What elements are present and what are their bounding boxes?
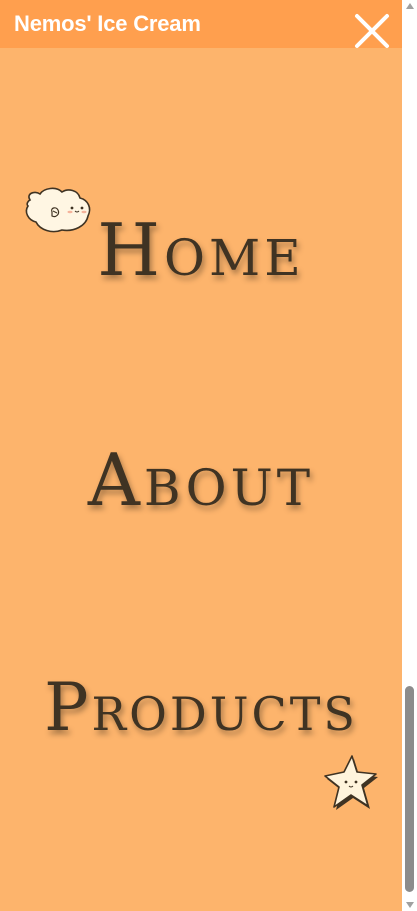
site-brand[interactable]: Nemos' Ice Cream — [14, 10, 201, 38]
menu-item-about[interactable]: About — [0, 440, 402, 520]
scrollbar-thumb[interactable] — [405, 686, 414, 892]
starfish-icon — [322, 752, 380, 812]
pufferfish-icon — [22, 186, 92, 236]
close-menu-button[interactable] — [352, 11, 392, 51]
vertical-scrollbar[interactable] — [402, 0, 417, 911]
mobile-nav-overlay: Nemos' Ice Cream Home About Products — [0, 0, 402, 911]
scroll-down-arrow-icon[interactable] — [406, 902, 414, 908]
scroll-up-arrow-icon[interactable] — [406, 3, 414, 9]
close-x-icon — [355, 14, 389, 48]
menu-item-products[interactable]: Products — [0, 668, 402, 748]
header-bar: Nemos' Ice Cream — [0, 0, 402, 48]
